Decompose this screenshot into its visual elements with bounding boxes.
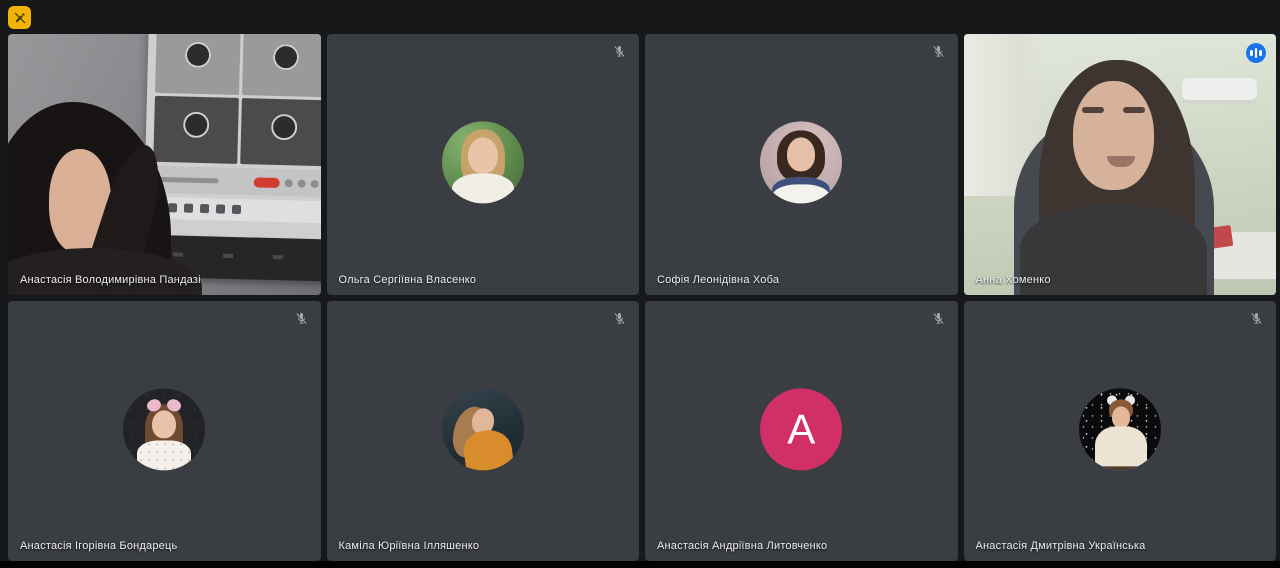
video-feed xyxy=(8,34,321,295)
avatar-photo xyxy=(441,388,524,471)
avatar-photo xyxy=(760,121,843,204)
participant-name: Анна Хоменко xyxy=(975,273,1051,286)
video-feed xyxy=(963,34,1276,295)
avatar-photo xyxy=(123,388,206,471)
mic-off-icon xyxy=(932,312,944,324)
participant-name: Софія Леонідівна Хоба xyxy=(657,273,780,286)
mic-off-icon xyxy=(614,46,625,57)
participant-tile[interactable]: Каміла Юріївна Ілляшенко xyxy=(326,300,639,561)
participant-name: Ольга Сергіївна Власенко xyxy=(338,273,477,286)
mic-off-icon xyxy=(932,46,944,57)
participant-name: Анастасія Дмитрівна Українська xyxy=(975,540,1146,552)
participant-tile[interactable]: А Анастасія Андріївна Литовченко xyxy=(645,300,958,561)
avatar-letter: А xyxy=(787,405,816,453)
participant-tile-active-speaker[interactable]: Анна Хоменко xyxy=(963,34,1276,295)
mic-off-icon xyxy=(1251,312,1262,324)
participant-name: Анастасія Ігорівна Бондарець xyxy=(20,540,178,552)
pen-off-icon xyxy=(14,12,25,23)
avatar-photo xyxy=(1078,388,1161,471)
participant-tile[interactable]: Софія Леонідівна Хоба xyxy=(645,34,958,295)
participant-tile[interactable]: Анастасія Володимирівна Пандазі xyxy=(8,34,321,295)
projected-tile xyxy=(239,97,321,166)
projected-meet-grid xyxy=(152,34,321,166)
letter-avatar: А xyxy=(760,388,843,471)
participants-grid: Анастасія Володимирівна Пандазі Ольга Се… xyxy=(8,34,1276,561)
bottom-edge-bar xyxy=(0,561,1280,568)
projected-meet-toolbar xyxy=(151,165,321,197)
avatar-photo xyxy=(441,121,524,204)
projected-tile xyxy=(152,95,239,164)
mic-off-icon xyxy=(295,312,307,324)
participant-name: Анастасія Андріївна Литовченко xyxy=(657,540,828,552)
video-tint xyxy=(963,34,1276,295)
projected-tile xyxy=(154,34,241,95)
projected-tile xyxy=(241,34,321,97)
participant-tile[interactable]: Анастасія Дмитрівна Українська xyxy=(963,300,1276,561)
mic-off-icon xyxy=(614,312,625,324)
audio-wave-icon xyxy=(1246,43,1266,63)
participant-tile[interactable]: Анастасія Ігорівна Бондарець xyxy=(8,300,321,561)
annotation-disabled-badge[interactable] xyxy=(8,6,31,29)
participant-name: Каміла Юріївна Ілляшенко xyxy=(338,540,480,552)
participant-name: Анастасія Володимирівна Пандазі xyxy=(20,273,201,286)
participant-tile[interactable]: Ольга Сергіївна Власенко xyxy=(326,34,639,295)
